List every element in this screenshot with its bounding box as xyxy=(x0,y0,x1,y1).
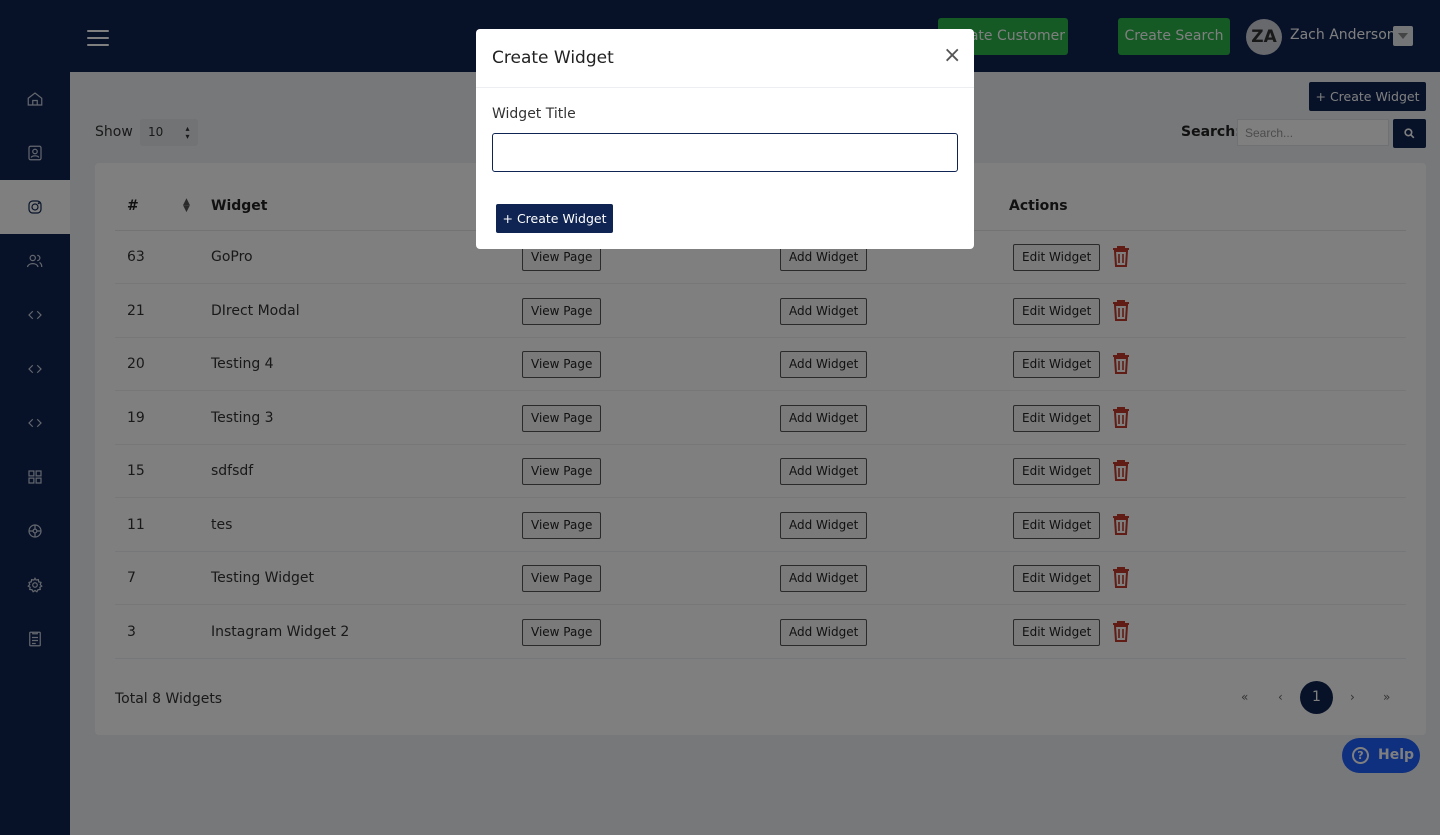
modal-create-widget-button[interactable]: + Create Widget xyxy=(496,204,613,233)
modal-create-widget-label: Create Widget xyxy=(516,211,607,226)
modal-title: Create Widget xyxy=(492,48,614,68)
modal-header: Create Widget × xyxy=(476,29,974,88)
widget-title-input[interactable] xyxy=(492,133,958,172)
close-icon[interactable]: × xyxy=(943,43,961,68)
widget-title-label: Widget Title xyxy=(492,106,576,122)
create-widget-modal: Create Widget × Widget Title + Create Wi… xyxy=(476,29,974,249)
